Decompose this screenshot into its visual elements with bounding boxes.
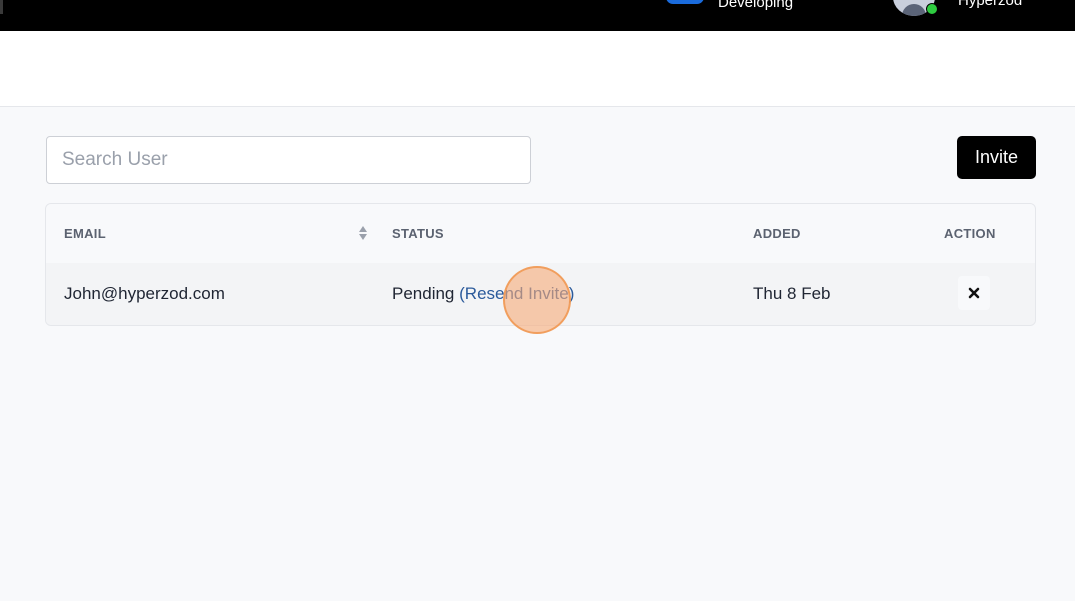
status-text: Pending [392, 284, 455, 303]
row-added-date: Thu 8 Feb [753, 284, 831, 303]
online-status-icon [926, 3, 938, 15]
column-header-action: ACTION [944, 226, 996, 241]
page-header [0, 31, 1075, 107]
user-name[interactable]: Hyperzod [958, 0, 1022, 9]
window-edge [0, 0, 3, 14]
resend-invite-link[interactable]: (Resend Invite) [459, 284, 574, 303]
row-status: Pending (Resend Invite) [392, 284, 574, 304]
mode-toggle[interactable] [666, 0, 704, 4]
mode-toggle-label: Developing [718, 0, 794, 11]
table-row: John@hyperzod.com Pending (Resend Invite… [46, 263, 1035, 325]
sort-icon[interactable] [358, 225, 368, 241]
search-input[interactable] [46, 136, 531, 184]
column-header-email[interactable]: EMAIL [64, 226, 106, 241]
column-header-status: STATUS [392, 226, 444, 241]
row-email: John@hyperzod.com [64, 284, 225, 303]
delete-user-button[interactable] [958, 276, 990, 310]
close-icon [968, 287, 980, 299]
table-header: EMAIL STATUS ADDED ACTION [46, 204, 1035, 264]
top-navbar: Developing Hyperzod [0, 0, 1075, 31]
users-table: EMAIL STATUS ADDED ACTION John@hyperzod.… [45, 203, 1036, 326]
column-header-added: ADDED [753, 226, 801, 241]
invite-button[interactable]: Invite [957, 136, 1036, 179]
